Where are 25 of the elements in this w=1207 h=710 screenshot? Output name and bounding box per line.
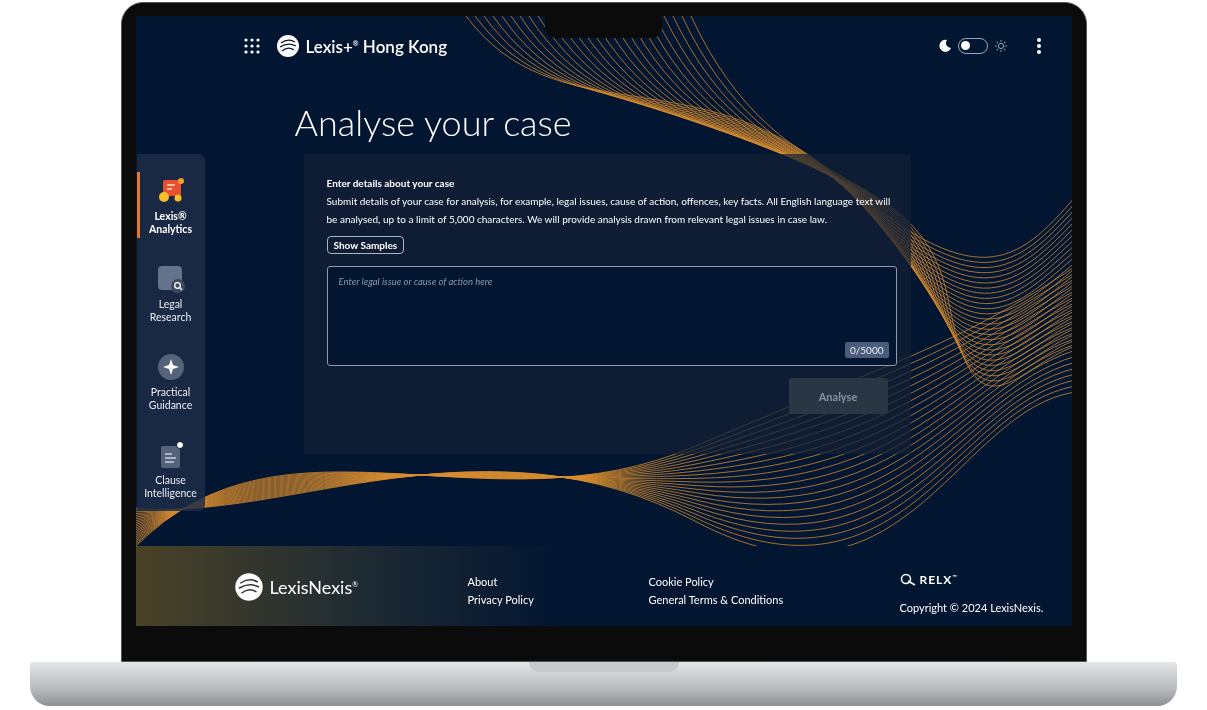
footer-link[interactable]: Privacy Policy xyxy=(467,593,649,606)
sidebar-item[interactable]: Clause Intelligence xyxy=(136,436,205,502)
show-samples-button[interactable]: Show Samples xyxy=(326,236,405,254)
character-counter: 0/5000 xyxy=(844,342,889,358)
sun-icon xyxy=(993,39,1008,53)
sidebar-item[interactable]: Legal Research xyxy=(136,260,205,326)
relx-logo-icon xyxy=(899,572,916,587)
logo-icon xyxy=(275,34,300,58)
footer-link[interactable]: Cookie Policy xyxy=(648,575,900,588)
sidebar-item[interactable]: Lexis® Analytics xyxy=(136,172,205,238)
footer-link[interactable]: General Terms & Conditions xyxy=(648,593,900,606)
sidebar-item[interactable]: Practical Guidance xyxy=(136,348,205,414)
description-text: Submit details of your case for analysis, for example, legal issues, cause of action, offences, key facts. All English language text will be analysed, up to a limit of 5,000 characters. We will provide analysis drawn from relevant legal issues in case law. xyxy=(326,194,892,227)
search-icon xyxy=(155,264,186,294)
page-title: Analyse your case xyxy=(294,99,573,146)
copyright-text: Copyright © 2024 LexisNexis. xyxy=(899,601,1045,614)
footer-logo-text: LexisNexis$^{®}$ xyxy=(269,576,359,598)
more-menu-icon[interactable] xyxy=(1035,37,1042,55)
app-logo-text[interactable]: Lexis+$^{®}$ Hong Kong xyxy=(305,35,448,57)
footer-link[interactable]: About xyxy=(467,575,649,588)
logo-icon xyxy=(233,572,264,602)
apps-grid-icon[interactable] xyxy=(243,38,260,54)
moon-icon xyxy=(937,39,952,53)
section-heading: Enter details about your case xyxy=(326,176,455,190)
relx-logo-text: RELX$^{™}$ xyxy=(919,572,958,587)
